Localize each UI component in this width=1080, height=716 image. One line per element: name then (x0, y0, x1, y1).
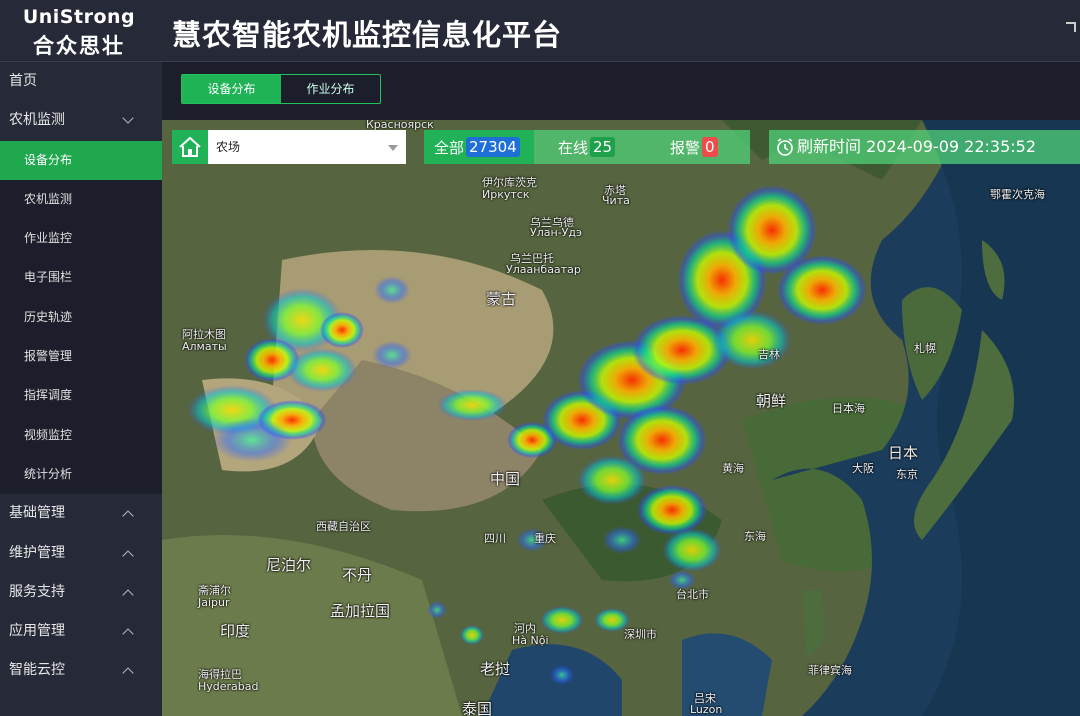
map-label: Иркутск (482, 188, 530, 201)
map-label: Jaipur (198, 596, 230, 609)
map-label: Чита (602, 194, 630, 207)
menu-maintenance-management[interactable]: 维护管理 (0, 534, 162, 573)
submenu-video-monitoring[interactable]: 视频监控 (0, 416, 162, 455)
logo-chinese: 合众思壮 (33, 34, 125, 58)
refresh-value: 2024-09-09 22:35:52 (866, 137, 1037, 156)
map-label: Hyderabad (198, 680, 259, 693)
alarm-clock-icon (777, 138, 793, 156)
menu-basic-management[interactable]: 基础管理 (0, 494, 162, 533)
chevron-up-icon (122, 510, 134, 522)
count-all-badge: 27304 (466, 137, 520, 157)
count-all-label: 全部 (434, 138, 465, 157)
map-label: 黄海 (722, 462, 744, 475)
map-label: Улаанбаатар (506, 263, 581, 276)
menu-service-support[interactable]: 服务支持 (0, 573, 162, 612)
menu-machinery-monitoring[interactable]: 农机监测 (0, 101, 162, 140)
refresh-time: 刷新时间 2024-09-09 22:35:52 (769, 130, 1080, 164)
sidebar: 首页 农机监测 设备分布 农机监测 作业监控 电子围栏 历史轨迹 报警管理 指挥… (0, 62, 162, 716)
map-label: 深圳市 (624, 628, 657, 641)
logo-english: UniStrong (22, 6, 136, 28)
map-label blue: 东海 (744, 530, 766, 543)
menu-app-management[interactable]: 应用管理 (0, 612, 162, 651)
chevron-up-icon (122, 549, 134, 562)
map-label: 老挝 (480, 660, 511, 678)
submenu-geofence[interactable]: 电子围栏 (0, 258, 162, 297)
chevron-up-icon (122, 628, 134, 640)
map-label: 蒙古 (486, 290, 517, 308)
chevron-up-icon (122, 589, 134, 601)
menu-label: 应用管理 (9, 623, 65, 640)
count-all[interactable]: 全部 27304 (424, 130, 534, 164)
dropdown-caret-icon (388, 145, 398, 151)
chevron-up-icon (122, 667, 134, 680)
map-label: 大阪 (852, 462, 874, 475)
chevron-down-icon (122, 112, 134, 124)
device-counts: 全部 27304 在线 25 报警 0 (424, 130, 750, 164)
heatmap-map[interactable]: Красноярск 伊尔库茨克 Иркутск 赤塔 Чита 乌兰乌德 Ул… (162, 120, 1080, 716)
map-label: 尼泊尔 (266, 556, 312, 574)
submenu-work-monitoring[interactable]: 作业监控 (0, 219, 162, 258)
brand-logo[interactable]: UniStrong 合众思壮 (0, 0, 162, 62)
submenu-alarm-management[interactable]: 报警管理 (0, 337, 162, 376)
map-label: 泰国 (462, 700, 493, 716)
menu-smart-cloud-control[interactable]: 智能云控 (0, 651, 162, 690)
menu-label: 维护管理 (9, 544, 65, 561)
map-label: Улан-Удэ (530, 226, 582, 239)
count-alarm-badge: 0 (702, 137, 718, 157)
tab-device-distribution[interactable]: 设备分布 (182, 75, 281, 103)
top-header: UniStrong 合众思壮 慧农智能农机监控信息化平台 (0, 0, 1080, 62)
farm-filter: 农场 (172, 130, 406, 164)
map-label: 札幌 (914, 342, 936, 355)
map-label: Hà Nội (512, 634, 549, 647)
view-tabs: 设备分布 作业分布 (181, 74, 381, 104)
farm-select-value: 农场 (216, 140, 241, 154)
map-label: 吉林 (758, 348, 780, 361)
submenu-history-track[interactable]: 历史轨迹 (0, 298, 162, 337)
map-label: 孟加拉国 (330, 602, 391, 620)
tab-work-distribution[interactable]: 作业分布 (281, 75, 380, 103)
menu-home[interactable]: 首页 (0, 62, 162, 101)
farm-select-input[interactable]: 农场 (208, 130, 406, 164)
app-title: 慧农智能农机监控信息化平台 (172, 18, 563, 52)
map-label: 西藏自治区 (316, 520, 371, 533)
count-alarm-label: 报警 (670, 138, 701, 157)
map-label: 日本海 (832, 402, 865, 415)
menu-label: 首页 (9, 73, 37, 89)
home-icon[interactable] (172, 130, 208, 164)
map-label: 中国 (490, 470, 521, 488)
submenu-machinery-monitoring[interactable]: 农机监测 (0, 180, 162, 219)
submenu-statistics[interactable]: 统计分析 (0, 455, 162, 494)
header-corner-icon[interactable] (1066, 22, 1076, 32)
submenu-device-distribution[interactable]: 设备分布 (0, 140, 162, 180)
map-label: 台北市 (676, 588, 709, 601)
main-content: 设备分布 作业分布 Красноярск 伊尔库茨克 Иркутск 赤塔 Чи… (162, 62, 1080, 716)
submenu-machinery: 设备分布 农机监测 作业监控 电子围栏 历史轨迹 报警管理 指挥调度 视频监控 … (0, 140, 162, 495)
menu-label: 智能云控 (9, 662, 65, 679)
count-online[interactable]: 在线 25 (534, 130, 644, 164)
submenu-dispatch[interactable]: 指挥调度 (0, 376, 162, 415)
menu-label: 农机监测 (9, 112, 65, 129)
map-label: 朝鲜 (756, 392, 787, 410)
count-online-badge: 25 (590, 137, 616, 157)
map-label: Алматы (182, 340, 227, 353)
map-label: 鄂霍次克海 (990, 188, 1045, 201)
refresh-label: 刷新时间 (797, 137, 862, 156)
map-background (162, 120, 1080, 716)
map-label: 日本 (888, 444, 919, 462)
map-label: 印度 (220, 622, 251, 640)
count-alarm[interactable]: 报警 0 (644, 130, 750, 164)
map-label: 东京 (896, 468, 918, 481)
map-label: 四川 (484, 532, 506, 545)
map-label: 重庆 (534, 532, 556, 545)
map-label: 不丹 (342, 566, 373, 584)
count-online-label: 在线 (558, 138, 589, 157)
menu-label: 基础管理 (9, 505, 65, 522)
menu-label: 服务支持 (9, 583, 65, 600)
map-label: Luzon (690, 703, 723, 716)
map-label: 菲律宾海 (808, 664, 852, 677)
